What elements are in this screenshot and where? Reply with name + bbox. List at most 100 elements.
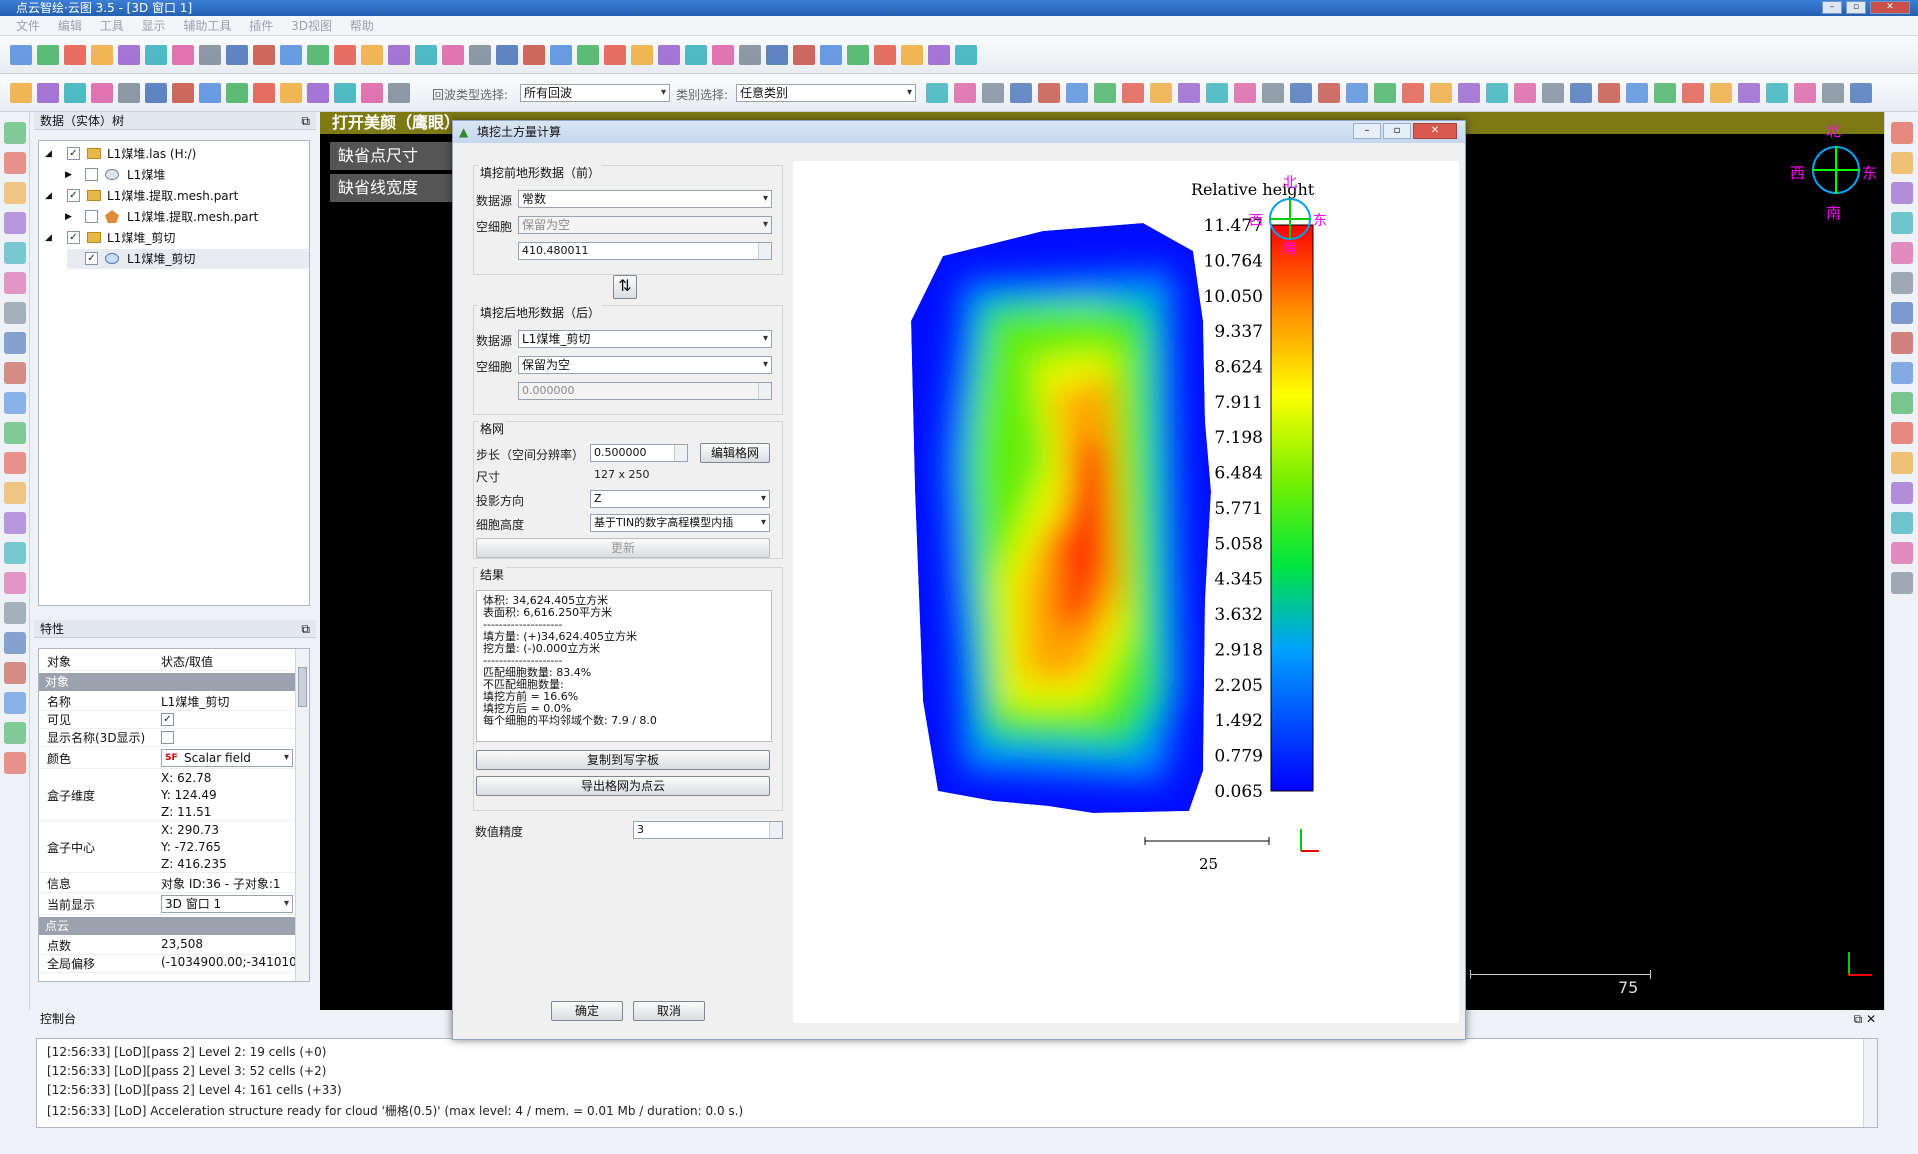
toolbar-tool-icon[interactable] xyxy=(658,45,680,65)
view-tool-icon[interactable] xyxy=(4,272,26,294)
height-map-plot[interactable]: Relative height 11.477 10.764 10.050 9.337 8.… xyxy=(793,161,1459,1023)
toolbar-display-icon[interactable] xyxy=(172,83,194,103)
toolbar-tool-icon[interactable] xyxy=(793,45,815,65)
before-empty-select[interactable]: 保留为空 xyxy=(518,216,772,234)
toolbar-tool-icon[interactable] xyxy=(253,45,275,65)
dialog-close-button[interactable]: ✕ xyxy=(1413,123,1457,139)
default-line-width-label[interactable]: 缺省线宽度 xyxy=(330,174,452,202)
toolbar-tool-icon[interactable] xyxy=(874,45,896,65)
scan-type-select[interactable]: 所有回波 xyxy=(520,84,670,102)
plugin-tool-icon[interactable] xyxy=(1891,152,1913,174)
export-grid-button[interactable]: 导出格网为点云 xyxy=(476,776,770,796)
view-tool-icon[interactable] xyxy=(4,722,26,744)
view-tool-icon[interactable] xyxy=(4,422,26,444)
menu-edit[interactable]: 编辑 xyxy=(58,19,82,33)
toolbar-tool-icon[interactable] xyxy=(280,45,302,65)
plugin-tool-icon[interactable] xyxy=(1891,482,1913,504)
toolbar-tool-icon[interactable] xyxy=(415,45,437,65)
toolbar-plugin-icon[interactable] xyxy=(1094,83,1116,103)
current-display-select[interactable]: 3D 窗口 1 xyxy=(161,895,293,913)
toolbar-tool-icon[interactable] xyxy=(361,45,383,65)
prop-row-current[interactable]: 当前显示 3D 窗口 1 xyxy=(39,893,295,915)
toolbar-tool-icon[interactable] xyxy=(631,45,653,65)
plugin-tool-icon[interactable] xyxy=(1891,332,1913,354)
dialog-maximize-button[interactable]: ▫ xyxy=(1383,123,1411,139)
toolbar-tool-icon[interactable] xyxy=(496,45,518,65)
toolbar-plugin-icon[interactable] xyxy=(1122,83,1144,103)
minimize-button[interactable]: – xyxy=(1822,1,1842,14)
console-scrollbar[interactable] xyxy=(1863,1039,1877,1127)
toolbar-tool-icon[interactable] xyxy=(955,45,977,65)
toolbar-plugin-icon[interactable] xyxy=(1598,83,1620,103)
tree-item-cut-cloud[interactable]: ✓ L1煤堆_剪切 xyxy=(67,249,309,269)
toolbar-plugin-icon[interactable] xyxy=(1402,83,1424,103)
plugin-tool-icon[interactable] xyxy=(1891,512,1913,534)
toolbar-display-icon[interactable] xyxy=(388,83,410,103)
menu-file[interactable]: 文件 xyxy=(16,19,40,33)
view-tool-icon[interactable] xyxy=(4,752,26,774)
toolbar-tool-icon[interactable] xyxy=(685,45,707,65)
toolbar-plugin-icon[interactable] xyxy=(1514,83,1536,103)
view-tool-icon[interactable] xyxy=(4,242,26,264)
plugin-tool-icon[interactable] xyxy=(1891,392,1913,414)
proj-select[interactable]: Z xyxy=(590,490,770,508)
plugin-tool-icon[interactable] xyxy=(1891,302,1913,324)
view-tool-icon[interactable] xyxy=(4,482,26,504)
toolbar-plugin-icon[interactable] xyxy=(1710,83,1732,103)
view-tool-icon[interactable] xyxy=(4,152,26,174)
props-scrollbar[interactable] xyxy=(295,649,309,981)
toolbar-display-icon[interactable] xyxy=(307,83,329,103)
view-tool-icon[interactable] xyxy=(4,512,26,534)
toolbar-display-icon[interactable] xyxy=(280,83,302,103)
view-tool-icon[interactable] xyxy=(4,662,26,684)
expand-icon[interactable]: ▶ xyxy=(65,207,72,227)
toolbar-plugin-icon[interactable] xyxy=(1010,83,1032,103)
tree-checkbox[interactable]: ✓ xyxy=(67,189,80,202)
toolbar-display-icon[interactable] xyxy=(118,83,140,103)
after-empty-select[interactable]: 保留为空 xyxy=(518,356,772,374)
view-tool-icon[interactable] xyxy=(4,302,26,324)
toolbar-plugin-icon[interactable] xyxy=(954,83,976,103)
view-tool-icon[interactable] xyxy=(4,692,26,714)
toolbar-tool-icon[interactable] xyxy=(172,45,194,65)
after-constant-input[interactable]: 0.000000 xyxy=(518,382,772,400)
toolbar-tool-icon[interactable] xyxy=(334,45,356,65)
toolbar-tool-icon[interactable] xyxy=(37,45,59,65)
toolbar-tool-icon[interactable] xyxy=(226,45,248,65)
ok-button[interactable]: 确定 xyxy=(551,1001,623,1021)
toolbar-plugin-icon[interactable] xyxy=(1794,83,1816,103)
toolbar-display-icon[interactable] xyxy=(91,83,113,103)
toolbar-tool-icon[interactable] xyxy=(739,45,761,65)
menu-plugins[interactable]: 插件 xyxy=(249,19,273,33)
toolbar-tool-icon[interactable] xyxy=(118,45,140,65)
toolbar-plugin-icon[interactable] xyxy=(1346,83,1368,103)
update-button[interactable]: 更新 xyxy=(476,538,770,558)
toolbar-tool-icon[interactable] xyxy=(577,45,599,65)
view-tool-icon[interactable] xyxy=(4,122,26,144)
toolbar-plugin-icon[interactable] xyxy=(1682,83,1704,103)
toolbar-display-icon[interactable] xyxy=(199,83,221,103)
toolbar-plugin-icon[interactable] xyxy=(1430,83,1452,103)
toolbar-plugin-icon[interactable] xyxy=(1038,83,1060,103)
toolbar-tool-icon[interactable] xyxy=(820,45,842,65)
toolbar-tool-icon[interactable] xyxy=(145,45,167,65)
menu-3dview[interactable]: 3D视图 xyxy=(291,19,332,33)
toolbar-plugin-icon[interactable] xyxy=(1178,83,1200,103)
toolbar-tool-icon[interactable] xyxy=(766,45,788,65)
toolbar-tool-icon[interactable] xyxy=(64,45,86,65)
before-constant-input[interactable]: 410.480011 xyxy=(518,242,772,260)
view-tool-icon[interactable] xyxy=(4,572,26,594)
prop-row-name[interactable]: 名称 L1煤堆_剪切 xyxy=(39,693,295,711)
before-source-select[interactable]: 常数 xyxy=(518,190,772,208)
toolbar-plugin-icon[interactable] xyxy=(1458,83,1480,103)
plugin-tool-icon[interactable] xyxy=(1891,182,1913,204)
toolbar-plugin-icon[interactable] xyxy=(1766,83,1788,103)
toolbar-tool-icon[interactable] xyxy=(604,45,626,65)
plugin-tool-icon[interactable] xyxy=(1891,572,1913,594)
toolbar-tool-icon[interactable] xyxy=(442,45,464,65)
toolbar-tool-icon[interactable] xyxy=(901,45,923,65)
toolbar-tool-icon[interactable] xyxy=(91,45,113,65)
toolbar-display-icon[interactable] xyxy=(361,83,383,103)
toolbar-plugin-icon[interactable] xyxy=(1822,83,1844,103)
toolbar-plugin-icon[interactable] xyxy=(1290,83,1312,103)
